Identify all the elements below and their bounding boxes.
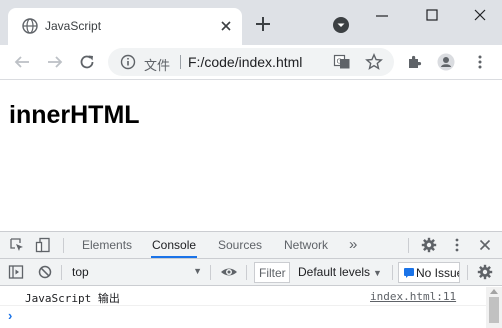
devtools-panel: Elements Console Sources Network » top ▼… (0, 231, 502, 328)
browser-toolbar: 文件 F:/code/index.html G (0, 45, 502, 80)
more-tabs-chevron-icon[interactable]: » (348, 232, 358, 258)
console-output: JavaScript 输出 index.html:11 › (0, 287, 502, 328)
tab-sources[interactable]: Sources (217, 232, 263, 258)
reload-icon[interactable] (78, 53, 96, 71)
log-message: JavaScript 输出 (25, 292, 120, 305)
console-toolbar-divider (246, 265, 247, 280)
tab-elements[interactable]: Elements (81, 232, 133, 258)
prompt-chevron-icon: › (8, 308, 13, 323)
devtools-divider (63, 238, 64, 253)
bookmark-star-icon[interactable] (365, 53, 383, 71)
console-toolbar-divider (392, 265, 393, 280)
menu-kebab-icon[interactable] (471, 53, 489, 71)
clear-console-icon[interactable] (37, 264, 53, 280)
extensions-puzzle-icon[interactable] (406, 53, 424, 71)
close-icon[interactable] (219, 19, 233, 33)
new-tab-plus-icon[interactable] (255, 16, 271, 32)
inspect-element-icon[interactable] (9, 237, 25, 253)
filter-placeholder: Filter (259, 266, 286, 280)
device-toolbar-icon[interactable] (35, 237, 51, 253)
back-arrow-icon[interactable] (13, 53, 31, 71)
console-toolbar-divider (210, 265, 211, 280)
tab-title: JavaScript (45, 19, 102, 33)
translate-icon[interactable]: G (333, 53, 351, 71)
tab-network[interactable]: Network (283, 232, 329, 258)
scheme-label: 文件 (144, 58, 171, 73)
globe-icon (22, 18, 38, 34)
profile-avatar-icon[interactable] (437, 53, 455, 71)
log-levels-label: Default levels (298, 265, 371, 279)
console-settings-gear-icon[interactable] (477, 264, 493, 280)
tab-strip: JavaScript (0, 0, 502, 45)
context-label: top (72, 265, 89, 279)
settings-gear-icon[interactable] (421, 237, 437, 253)
issues-label: No Issues (416, 266, 459, 280)
address-divider (180, 55, 181, 69)
scroll-up-arrow-icon[interactable] (490, 289, 498, 294)
svg-text:G: G (337, 58, 342, 66)
console-toolbar-divider (467, 265, 468, 280)
info-icon[interactable] (120, 54, 136, 70)
url-text[interactable]: F:/code/index.html (188, 54, 302, 70)
devtools-menu-kebab-icon[interactable] (449, 237, 465, 253)
devtools-divider (408, 238, 409, 253)
console-toolbar-divider (61, 265, 62, 280)
issues-button[interactable]: No Issues (398, 262, 460, 283)
devtools-close-icon[interactable] (477, 237, 493, 253)
page-viewport: innerHTML (0, 81, 502, 231)
maximize-icon[interactable] (420, 6, 444, 26)
log-levels-dropdown[interactable]: Default levels ▼ (298, 265, 382, 279)
dropdown-arrow-icon: ▼ (193, 266, 202, 276)
tab-search-icon[interactable] (332, 16, 350, 34)
window-close-icon[interactable] (468, 6, 492, 26)
page-heading: innerHTML (9, 101, 140, 129)
tab-console[interactable]: Console (151, 232, 198, 258)
console-prompt[interactable]: › (0, 306, 486, 325)
log-source-link[interactable]: index.html:11 (370, 290, 456, 303)
browser-tab[interactable]: JavaScript (8, 8, 242, 45)
forward-arrow-icon[interactable] (46, 53, 64, 71)
context-selector[interactable]: top ▼ (66, 262, 206, 282)
console-log-row: JavaScript 输出 index.html:11 (0, 287, 486, 306)
minimize-icon[interactable] (370, 6, 394, 26)
address-bar[interactable]: 文件 F:/code/index.html G (108, 48, 394, 76)
devtools-tab-bar: Elements Console Sources Network » (0, 232, 502, 259)
console-scrollbar[interactable] (486, 287, 502, 328)
live-expression-eye-icon[interactable] (220, 264, 238, 280)
dropdown-arrow-icon: ▼ (373, 268, 382, 278)
show-sidebar-icon[interactable] (8, 264, 24, 280)
console-toolbar: top ▼ Filter Default levels▼ No Issues (0, 259, 502, 286)
filter-input[interactable]: Filter (254, 262, 290, 283)
issues-flag-icon (404, 268, 414, 278)
scroll-thumb[interactable] (489, 297, 499, 323)
